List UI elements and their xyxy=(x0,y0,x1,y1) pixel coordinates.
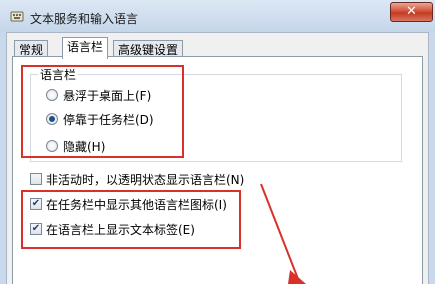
tab-label: 语言栏 xyxy=(67,40,104,54)
tab-language-bar[interactable]: 语言栏 xyxy=(62,37,109,59)
